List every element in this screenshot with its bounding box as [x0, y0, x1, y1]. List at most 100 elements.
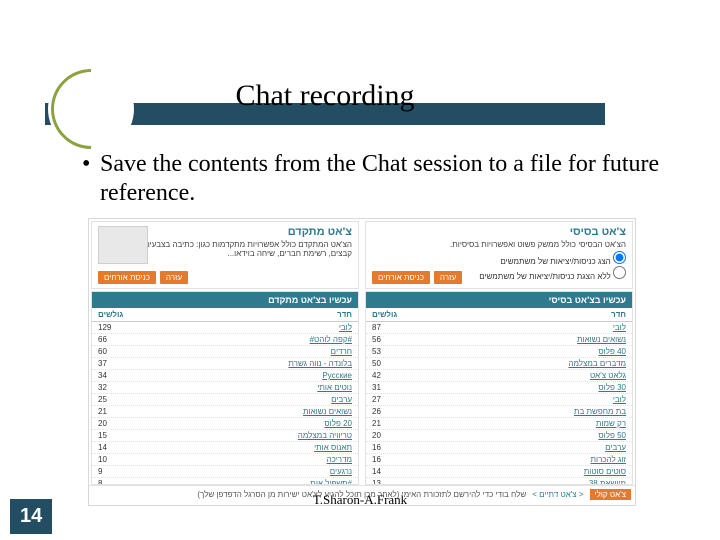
radio-show[interactable] — [613, 251, 626, 264]
table-row: לובי129 — [92, 322, 358, 334]
room-link[interactable]: נשואים נשואות — [132, 406, 358, 417]
panel-basic-buttons: עזרה כניסת אורחים — [372, 271, 462, 284]
table-adv-cols: חדר גולשים — [92, 308, 358, 322]
room-link[interactable]: תאנוס אותי — [132, 442, 358, 453]
room-link[interactable]: מדריכה — [132, 454, 358, 465]
table-adv-body: חדר גולשים לובי129#קפה לוהט#66חרדים60בלו… — [92, 308, 358, 484]
guest-button[interactable]: כניסת אורחים — [98, 271, 156, 284]
table-row: זוג להכרות16 — [366, 454, 632, 466]
table-basic: עכשיו בצ'אט בסיסי חדר גולשים לובי87נשואי… — [365, 291, 633, 485]
help-button[interactable]: עזרה — [434, 271, 462, 284]
room-link[interactable]: מיושאת 38 — [406, 478, 632, 484]
room-link[interactable]: טריוויה במצלמה — [132, 430, 358, 441]
room-count: 9 — [92, 466, 132, 477]
room-count: 66 — [92, 334, 132, 345]
room-count: 60 — [92, 346, 132, 357]
table-row: לובי87 — [366, 322, 632, 334]
col-room: חדר — [406, 308, 632, 321]
room-link[interactable]: סוטים סוטות — [406, 466, 632, 477]
room-count: 16 — [366, 454, 406, 465]
room-link[interactable]: בלונדה - נווה גשרת — [132, 358, 358, 369]
table-adv-header: עכשיו בצ'אט מתקדם — [92, 292, 358, 308]
table-row: Русские34 — [92, 370, 358, 382]
room-count: 16 — [366, 442, 406, 453]
slide-title: Chat recording — [45, 79, 605, 113]
room-link[interactable]: 50 פלוס — [406, 430, 632, 441]
room-link[interactable]: נשואים נשואות — [406, 334, 632, 345]
table-row: בלונדה - נווה גשרת37 — [92, 358, 358, 370]
room-link[interactable]: בת מחפשת בת — [406, 406, 632, 417]
room-link[interactable]: 20 פלוס — [132, 418, 358, 429]
bullet-text: Save the contents from the Chat session … — [100, 150, 660, 208]
room-link[interactable]: זוג להכרות — [406, 454, 632, 465]
panel-basic: צ'אט בסיסי הצ'אט הבסיסי כולל ממשק פשוט ו… — [365, 221, 633, 289]
table-row: מיושאת 3813 — [366, 478, 632, 484]
room-link[interactable]: #קפה לוהט# — [132, 334, 358, 345]
room-count: 129 — [92, 322, 132, 333]
panel-basic-title: צ'אט בסיסי — [372, 226, 626, 238]
room-link[interactable]: נוטים אותי — [132, 382, 358, 393]
room-link[interactable]: ערבים — [132, 394, 358, 405]
room-link[interactable]: לובי — [406, 322, 632, 333]
room-count: 25 — [92, 394, 132, 405]
room-link[interactable]: לובי — [132, 322, 358, 333]
room-count: 42 — [366, 370, 406, 381]
col-count: גולשים — [92, 308, 132, 321]
table-basic-cols: חדר גולשים — [366, 308, 632, 322]
table-basic-rows: לובי87נשואים נשואות5640 פלוס53מדברים במצ… — [366, 322, 632, 484]
room-link[interactable]: גלאט צ'אט — [406, 370, 632, 381]
room-count: 56 — [366, 334, 406, 345]
room-count: 53 — [366, 346, 406, 357]
room-count: 20 — [366, 430, 406, 441]
room-count: 31 — [366, 382, 406, 393]
room-link[interactable]: Русские — [132, 370, 358, 381]
room-link[interactable]: נרגעים — [132, 466, 358, 477]
radio-hide[interactable] — [613, 266, 626, 279]
credit-text: T.Sharon-A.Frank — [0, 492, 720, 508]
room-count: 21 — [92, 406, 132, 417]
table-row: חרדים60 — [92, 346, 358, 358]
table-advanced: עכשיו בצ'אט מתקדם חדר גולשים לובי129#קפה… — [91, 291, 359, 485]
room-link[interactable]: מדברים במצלמה — [406, 358, 632, 369]
table-row: סוטים סוטות14 — [366, 466, 632, 478]
table-row: לובי27 — [366, 394, 632, 406]
option-show[interactable]: הצג כניסות/יציאות של משתמשים — [372, 251, 626, 266]
col-count: גולשים — [366, 308, 406, 321]
room-link[interactable]: 30 פלוס — [406, 382, 632, 393]
slide: Chat recording Save the contents from th… — [0, 0, 720, 540]
room-link[interactable]: לובי — [406, 394, 632, 405]
room-link[interactable]: רק שמות — [406, 418, 632, 429]
table-row: נוטים אותי32 — [92, 382, 358, 394]
slide-number: 14 — [10, 499, 52, 534]
room-count: 50 — [366, 358, 406, 369]
room-link[interactable]: ערבים — [406, 442, 632, 453]
panel-adv-buttons: עזרה כניסת אורחים — [98, 271, 188, 284]
table-row: 50 פלוס20 — [366, 430, 632, 442]
option-show-label: הצג כניסות/יציאות של משתמשים — [500, 257, 610, 266]
panel-advanced: צ'אט מתקדם הצ'אט המתקדם כולל אפשרויות מת… — [91, 221, 359, 289]
table-row: ערבים25 — [92, 394, 358, 406]
room-link[interactable]: חרדים — [132, 346, 358, 357]
room-link[interactable]: #תשפיל אות — [132, 478, 358, 484]
screenshot: צ'אט בסיסי הצ'אט הבסיסי כולל ממשק פשוט ו… — [88, 218, 636, 506]
guest-button[interactable]: כניסת אורחים — [372, 271, 430, 284]
help-button[interactable]: עזרה — [160, 271, 188, 284]
room-count: 32 — [92, 382, 132, 393]
room-link[interactable]: 40 פלוס — [406, 346, 632, 357]
room-count: 27 — [366, 394, 406, 405]
table-row: #תשפיל אות8 — [92, 478, 358, 484]
table-row: מדריכה10 — [92, 454, 358, 466]
table-row: בת מחפשת בת26 — [366, 406, 632, 418]
panel-basic-desc: הצ'אט הבסיסי כולל ממשק פשוט ואפשרויות בס… — [372, 240, 626, 249]
table-row: טריוויה במצלמה15 — [92, 430, 358, 442]
room-count: 34 — [92, 370, 132, 381]
table-row: רק שמות21 — [366, 418, 632, 430]
room-count: 13 — [366, 478, 406, 484]
table-adv-rows: לובי129#קפה לוהט#66חרדים60בלונדה - נווה … — [92, 322, 358, 484]
panels: צ'אט בסיסי הצ'אט הבסיסי כולל ממשק פשוט ו… — [89, 219, 635, 291]
table-row: נשואים נשואות56 — [366, 334, 632, 346]
panel-adv-thumbnail — [98, 226, 148, 264]
room-count: 20 — [92, 418, 132, 429]
option-hide-label: ללא הצגת כניסות/יציאות של משתמשים — [479, 272, 611, 281]
table-row: ערבים16 — [366, 442, 632, 454]
